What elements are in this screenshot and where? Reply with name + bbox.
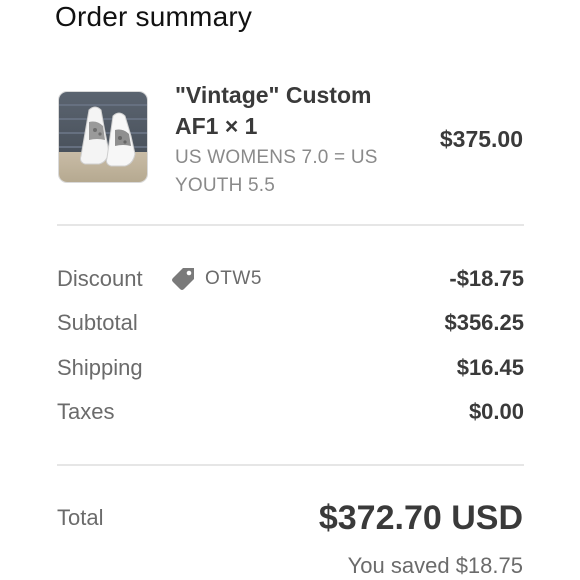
product-variant: US WOMENS 7.0 = US YOUTH 5.5: [175, 144, 410, 200]
product-variant-line2: YOUTH 5.5: [175, 175, 275, 196]
subtotal-amount: $356.25: [444, 310, 524, 335]
taxes-row: Taxes $0.00: [57, 397, 524, 427]
product-name: "Vintage" Custom AF1 × 1: [175, 80, 405, 142]
subtotal-row: Subtotal $356.25: [57, 308, 524, 338]
divider: [57, 224, 524, 226]
taxes-amount: $0.00: [468, 399, 524, 424]
tag-icon: [172, 268, 194, 290]
divider: [57, 464, 524, 466]
discount-label: Discount: [57, 266, 143, 291]
sneaker-image: [59, 92, 147, 182]
product-variant-line1: US WOMENS 7.0 = US: [175, 147, 378, 168]
order-summary-page: Order summary "Vintage" Custom AF1 × 1 U…: [0, 0, 580, 580]
taxes-label: Taxes: [57, 399, 115, 424]
discount-amount: -$18.75: [449, 266, 524, 291]
discount-code: OTW5: [205, 268, 262, 289]
shipping-label: Shipping: [57, 355, 143, 380]
product-name-line2: AF1 × 1: [175, 113, 258, 139]
shipping-amount: $16.45: [456, 355, 524, 380]
total-label: Total: [57, 505, 104, 530]
total-amount: $372.70 USD: [318, 499, 523, 537]
discount-row: Discount OTW5 -$18.75: [57, 264, 524, 294]
page-title: Order summary: [55, 1, 253, 32]
product-price: $375.00: [439, 126, 523, 152]
product-thumbnail: [58, 91, 148, 183]
savings-text: You saved $18.75: [347, 553, 523, 578]
subtotal-label: Subtotal: [57, 310, 138, 335]
discount-code-badge: OTW5: [170, 264, 262, 294]
shipping-row: Shipping $16.45: [57, 353, 524, 383]
product-name-line1: "Vintage" Custom: [175, 82, 372, 108]
